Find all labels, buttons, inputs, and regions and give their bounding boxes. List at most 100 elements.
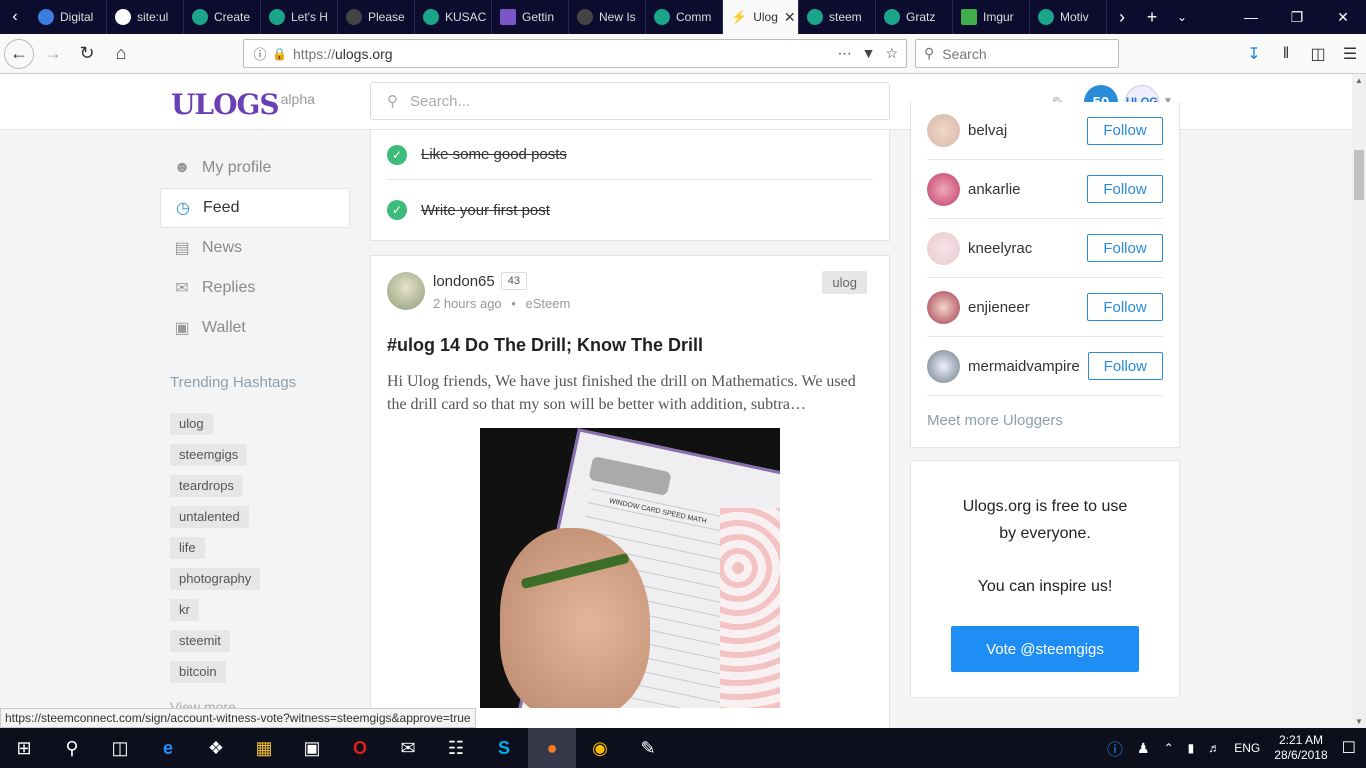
user-name[interactable]: ankarlie xyxy=(968,181,1021,198)
browser-tab-active[interactable]: ⚡ Ulog ✕ xyxy=(723,0,799,34)
hashtag[interactable]: photography xyxy=(170,568,261,590)
sidebar-item-wallet[interactable]: ▣ Wallet xyxy=(160,308,350,348)
sidebar-item-my-profile[interactable]: ☻ My profile xyxy=(160,148,350,188)
user-name[interactable]: enjieneer xyxy=(968,299,1030,316)
battery-icon[interactable]: ▮ xyxy=(1188,741,1195,755)
chrome-icon[interactable]: ◉ xyxy=(576,728,624,768)
user-avatar[interactable] xyxy=(927,349,960,383)
user-name[interactable]: mermaidvampire xyxy=(968,358,1080,375)
browser-tab[interactable]: Let's H xyxy=(261,0,338,34)
windows-start-icon[interactable]: ⊞ xyxy=(0,728,48,768)
browser-tab[interactable]: Please xyxy=(338,0,415,34)
hashtag[interactable]: steemit xyxy=(170,630,230,652)
task-view-icon[interactable]: ◫ xyxy=(96,728,144,768)
scroll-down-icon[interactable]: ▼ xyxy=(1355,717,1363,726)
search-icon[interactable]: ⚲ xyxy=(48,728,96,768)
restore-icon[interactable]: ❐ xyxy=(1274,0,1320,34)
home-icon[interactable]: ⌂ xyxy=(106,39,136,69)
user-name[interactable]: belvaj xyxy=(968,122,1007,139)
browser-tab[interactable]: Create xyxy=(184,0,261,34)
file-explorer-icon[interactable]: ▦ xyxy=(240,728,288,768)
author-avatar[interactable] xyxy=(387,272,425,310)
network-app-icon[interactable]: ☷ xyxy=(432,728,480,768)
site-logo[interactable]: ULOGS alpha xyxy=(171,88,315,121)
post-excerpt[interactable]: Hi Ulog friends, We have just finished t… xyxy=(387,370,873,416)
edge-icon[interactable]: e xyxy=(144,728,192,768)
hashtag[interactable]: life xyxy=(170,537,205,559)
tab-scroll-right-icon[interactable]: › xyxy=(1107,7,1137,28)
follow-button[interactable]: Follow xyxy=(1087,234,1163,262)
store-icon[interactable]: ▣ xyxy=(288,728,336,768)
hashtag[interactable]: untalented xyxy=(170,506,249,528)
browser-tab[interactable]: KUSAC xyxy=(415,0,492,34)
tab-scroll-left-icon[interactable]: ‹ xyxy=(0,0,30,34)
follow-button[interactable]: Follow xyxy=(1087,352,1163,380)
chevron-up-icon[interactable]: ⌃ xyxy=(1164,741,1174,755)
download-icon[interactable]: ↧ xyxy=(1238,44,1270,64)
dropbox-icon[interactable]: ❖ xyxy=(192,728,240,768)
window-close-icon[interactable]: ✕ xyxy=(1320,0,1366,34)
follow-button[interactable]: Follow xyxy=(1087,116,1163,145)
people-icon[interactable]: ♟ xyxy=(1137,740,1150,757)
hashtag[interactable]: bitcoin xyxy=(170,661,226,683)
user-avatar[interactable] xyxy=(927,114,960,147)
language-indicator[interactable]: ENG xyxy=(1234,741,1260,755)
site-search-input[interactable]: ⚲ Search... xyxy=(370,82,890,120)
volume-icon[interactable]: ♬ xyxy=(1208,741,1220,755)
hashtag[interactable]: teardrops xyxy=(170,475,243,497)
browser-tab[interactable]: steem xyxy=(799,0,876,34)
info-icon[interactable]: ⓘ xyxy=(248,44,272,63)
skype-icon[interactable]: S xyxy=(480,728,528,768)
browser-tab[interactable]: Imgur xyxy=(953,0,1030,34)
browser-tab[interactable]: Motiv xyxy=(1030,0,1107,34)
post-tag-badge[interactable]: ulog xyxy=(822,271,867,294)
post-title[interactable]: #ulog 14 Do The Drill; Know The Drill xyxy=(387,335,873,356)
browser-tab[interactable]: Digital xyxy=(30,0,107,34)
system-clock[interactable]: 2:21 AM 28/6/2018 xyxy=(1274,733,1327,763)
sidebar-item-feed[interactable]: ◷ Feed xyxy=(160,188,350,228)
sidebar-toggle-icon[interactable]: ◫ xyxy=(1302,44,1334,64)
browser-tab[interactable]: Comm xyxy=(646,0,723,34)
post-image[interactable]: WINDOW CARD SPEED MATH xyxy=(480,428,780,708)
hashtag[interactable]: ulog xyxy=(170,413,213,435)
hashtag[interactable]: steemgigs xyxy=(170,444,248,466)
browser-search-input[interactable]: ⚲ Search xyxy=(915,39,1119,68)
opera-icon[interactable]: O xyxy=(336,728,384,768)
scrollbar-thumb[interactable] xyxy=(1354,150,1364,200)
url-bar[interactable]: ⓘ 🔒 https://ulogs.org ⋯ ▼ ☆ xyxy=(243,39,907,68)
new-tab-icon[interactable]: + xyxy=(1137,7,1167,28)
reload-icon[interactable]: ↻ xyxy=(72,39,102,69)
firefox-icon[interactable]: ● xyxy=(528,728,576,768)
library-icon[interactable]: ‖ xyxy=(1270,45,1302,63)
user-name[interactable]: kneelyrac xyxy=(968,240,1032,257)
browser-tab[interactable]: site:ul xyxy=(107,0,184,34)
bookmark-star-icon[interactable]: ☆ xyxy=(885,45,898,62)
sidebar-item-replies[interactable]: ✉ Replies xyxy=(160,268,350,308)
back-icon[interactable]: ← xyxy=(4,38,34,69)
post-timestamp[interactable]: 2 hours ago xyxy=(433,296,502,311)
sidebar-item-news[interactable]: ▤ News xyxy=(160,228,350,268)
paint-icon[interactable]: ✎ xyxy=(624,728,672,768)
vote-witness-button[interactable]: Vote @steemgigs xyxy=(951,626,1139,672)
user-avatar[interactable] xyxy=(927,231,960,265)
tab-list-chevron-icon[interactable]: ⌄ xyxy=(1167,10,1197,24)
page-actions-icon[interactable]: ⋯ xyxy=(838,45,852,62)
menu-icon[interactable]: ☰ xyxy=(1334,44,1366,64)
follow-button[interactable]: Follow xyxy=(1087,293,1163,321)
meet-more-link[interactable]: Meet more Uloggers xyxy=(927,396,1163,447)
browser-tab[interactable]: Gettin xyxy=(492,0,569,34)
browser-tab[interactable]: New Is xyxy=(569,0,646,34)
forward-icon[interactable]: → xyxy=(38,39,68,69)
hashtag[interactable]: kr xyxy=(170,599,199,621)
user-avatar[interactable] xyxy=(927,172,960,206)
pocket-icon[interactable]: ▼ xyxy=(862,45,876,62)
scroll-up-icon[interactable]: ▲ xyxy=(1355,76,1363,85)
minimize-icon[interactable]: — xyxy=(1228,0,1274,34)
close-tab-icon[interactable]: ✕ xyxy=(784,9,796,26)
mail-icon[interactable]: ✉ xyxy=(384,728,432,768)
help-icon[interactable]: ⓘ xyxy=(1107,736,1123,760)
post-author-link[interactable]: london65 xyxy=(433,273,495,290)
follow-button[interactable]: Follow xyxy=(1087,175,1163,203)
notifications-icon[interactable]: ☐ xyxy=(1342,738,1356,758)
browser-tab[interactable]: Gratz xyxy=(876,0,953,34)
